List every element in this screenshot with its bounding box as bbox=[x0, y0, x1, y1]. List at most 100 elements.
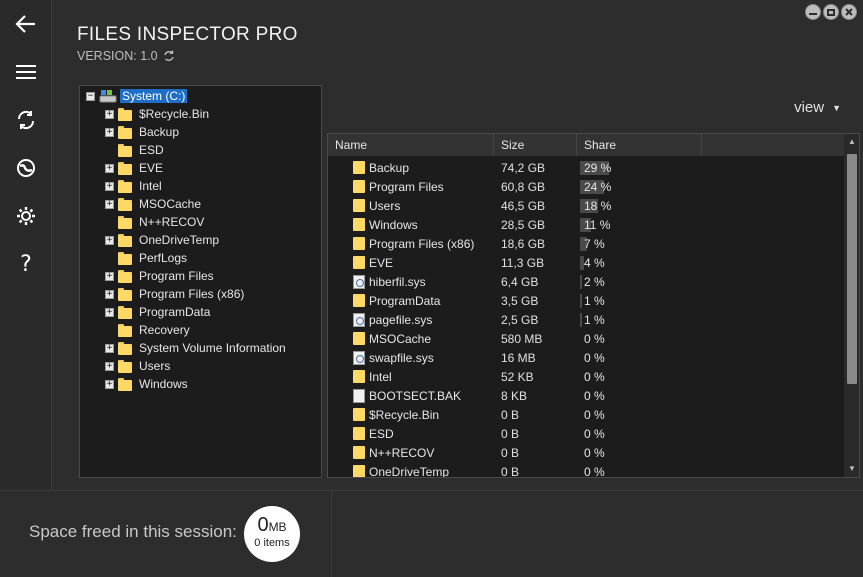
cell-size: 60,8 GB bbox=[501, 179, 546, 194]
view-label: view bbox=[794, 99, 825, 116]
tree-item[interactable]: N++RECOV bbox=[105, 213, 206, 231]
cell-name-text: BOOTSECT.BAK bbox=[369, 388, 462, 403]
folder-icon bbox=[118, 287, 132, 301]
cell-share: 0 % bbox=[580, 388, 620, 404]
table-row[interactable]: Windows 28,5 GB 11 % bbox=[328, 215, 844, 234]
tree-item[interactable]: ESD bbox=[105, 141, 166, 159]
table-row[interactable]: MSOCache 580 MB 0 % bbox=[328, 329, 844, 348]
table-row[interactable]: $Recycle.Bin 0 B 0 % bbox=[328, 405, 844, 424]
folder-icon bbox=[118, 125, 132, 139]
tree-item[interactable]: + Backup bbox=[105, 123, 181, 141]
scroll-thumb[interactable] bbox=[847, 154, 857, 384]
cell-name-text: Program Files (x86) bbox=[369, 236, 475, 251]
menu-button[interactable] bbox=[0, 52, 52, 92]
tree-item[interactable]: + System Volume Information bbox=[105, 339, 288, 357]
cell-name-text: ESD bbox=[369, 426, 394, 441]
expand-icon[interactable]: + bbox=[105, 343, 114, 353]
drive-icon bbox=[99, 90, 117, 103]
expand-icon[interactable]: + bbox=[105, 163, 114, 173]
tree-item-label: MSOCache bbox=[139, 197, 202, 211]
expand-icon[interactable]: + bbox=[105, 199, 114, 209]
folder-tree[interactable]: − System (C:) + $Recycle.Bin + Backup ESD + EV… bbox=[79, 85, 322, 478]
tree-item[interactable]: PerfLogs bbox=[105, 249, 189, 267]
update-icon[interactable] bbox=[163, 50, 175, 62]
table-row[interactable]: OneDriveTemp 0 B 0 % bbox=[328, 462, 844, 477]
tree-root[interactable]: − System (C:) bbox=[86, 87, 188, 105]
scroll-down-icon[interactable]: ▼ bbox=[847, 464, 857, 473]
minimize-button[interactable] bbox=[805, 4, 821, 20]
expand-icon[interactable]: + bbox=[105, 289, 114, 299]
expand-icon[interactable]: + bbox=[105, 361, 114, 371]
table-row[interactable]: Users 46,5 GB 18 % bbox=[328, 196, 844, 215]
folder-icon bbox=[118, 359, 132, 373]
expand-icon[interactable]: + bbox=[105, 235, 114, 245]
cell-share: 11 % bbox=[580, 217, 620, 233]
tree-item[interactable]: + Program Files bbox=[105, 267, 216, 285]
share-bar bbox=[580, 293, 582, 308]
table-row[interactable]: Program Files (x86) 18,6 GB 7 % bbox=[328, 234, 844, 253]
close-button[interactable] bbox=[841, 4, 857, 20]
table-row[interactable]: hiberfil.sys 6,4 GB 2 % bbox=[328, 272, 844, 291]
table-row[interactable]: BOOTSECT.BAK 8 KB 0 % bbox=[328, 386, 844, 405]
expand-icon[interactable]: + bbox=[105, 127, 114, 137]
expand-icon[interactable]: + bbox=[105, 271, 114, 281]
tree-item[interactable]: + Users bbox=[105, 357, 172, 375]
table-row[interactable]: ESD 0 B 0 % bbox=[328, 424, 844, 443]
table-row[interactable]: N++RECOV 0 B 0 % bbox=[328, 443, 844, 462]
tree-item[interactable]: + Windows bbox=[105, 375, 190, 393]
divider bbox=[331, 491, 332, 577]
maximize-button[interactable] bbox=[823, 4, 839, 20]
share-text: 7 % bbox=[584, 236, 605, 251]
settings-button[interactable] bbox=[0, 196, 52, 236]
help-button[interactable]: ? bbox=[0, 244, 52, 284]
tree-item-label: Program Files bbox=[139, 269, 214, 283]
table-row[interactable]: ProgramData 3,5 GB 1 % bbox=[328, 291, 844, 310]
tree-item[interactable]: + $Recycle.Bin bbox=[105, 105, 211, 123]
cell-size: 16 MB bbox=[501, 350, 536, 365]
window-controls bbox=[805, 4, 857, 20]
expand-icon[interactable]: + bbox=[105, 307, 114, 317]
table-row[interactable]: Backup 74,2 GB 29 % bbox=[328, 158, 844, 177]
tree-item[interactable]: + ProgramData bbox=[105, 303, 212, 321]
tree-item[interactable]: + EVE bbox=[105, 159, 165, 177]
column-header-size[interactable]: Size bbox=[494, 134, 577, 156]
system-file-icon bbox=[353, 350, 365, 365]
expand-icon[interactable]: + bbox=[105, 181, 114, 191]
tree-item[interactable]: + OneDriveTemp bbox=[105, 231, 221, 249]
table-row[interactable]: pagefile.sys 2,5 GB 1 % bbox=[328, 310, 844, 329]
expand-icon[interactable]: + bbox=[105, 109, 114, 119]
tree-item[interactable]: + MSOCache bbox=[105, 195, 203, 213]
tree-item[interactable]: + Intel bbox=[105, 177, 164, 195]
tree-item-label: PerfLogs bbox=[139, 251, 188, 265]
column-header-name[interactable]: Name bbox=[328, 134, 494, 156]
scroll-up-icon[interactable]: ▲ bbox=[847, 137, 857, 146]
cell-name: Users bbox=[353, 199, 400, 213]
collapse-icon[interactable]: − bbox=[86, 91, 95, 101]
back-button[interactable] bbox=[0, 4, 52, 44]
scrollbar[interactable]: ▲ ▼ bbox=[844, 134, 859, 477]
version-label: VERSION: 1.0 bbox=[77, 49, 158, 63]
table-row[interactable]: Program Files 60,8 GB 24 % bbox=[328, 177, 844, 196]
cell-name-text: N++RECOV bbox=[369, 445, 435, 460]
folder-icon bbox=[353, 465, 365, 477]
globe-button[interactable] bbox=[0, 148, 52, 188]
table-row[interactable]: EVE 11,3 GB 4 % bbox=[328, 253, 844, 272]
cell-size: 580 MB bbox=[501, 331, 543, 346]
folder-icon bbox=[353, 237, 365, 250]
tree-item[interactable]: + Program Files (x86) bbox=[105, 285, 246, 303]
table-row[interactable]: swapfile.sys 16 MB 0 % bbox=[328, 348, 844, 367]
tree-root-label[interactable]: System (C:) bbox=[120, 89, 188, 103]
expand-icon[interactable]: + bbox=[105, 379, 114, 389]
tree-item[interactable]: Recovery bbox=[105, 321, 192, 339]
column-header-share[interactable]: Share bbox=[577, 134, 702, 156]
file-list[interactable]: Name Size Share Backup 74,2 GB 29 % Program… bbox=[327, 133, 860, 478]
refresh-button[interactable] bbox=[0, 100, 52, 140]
share-text: 1 % bbox=[584, 293, 605, 308]
cell-size: 6,4 GB bbox=[501, 274, 539, 289]
table-row[interactable]: Intel 52 KB 0 % bbox=[328, 367, 844, 386]
view-area: view ▼ bbox=[323, 85, 863, 133]
tree-item-label: ProgramData bbox=[139, 305, 211, 319]
cell-share: 29 % bbox=[580, 160, 620, 176]
view-dropdown[interactable]: view ▼ bbox=[794, 99, 841, 116]
